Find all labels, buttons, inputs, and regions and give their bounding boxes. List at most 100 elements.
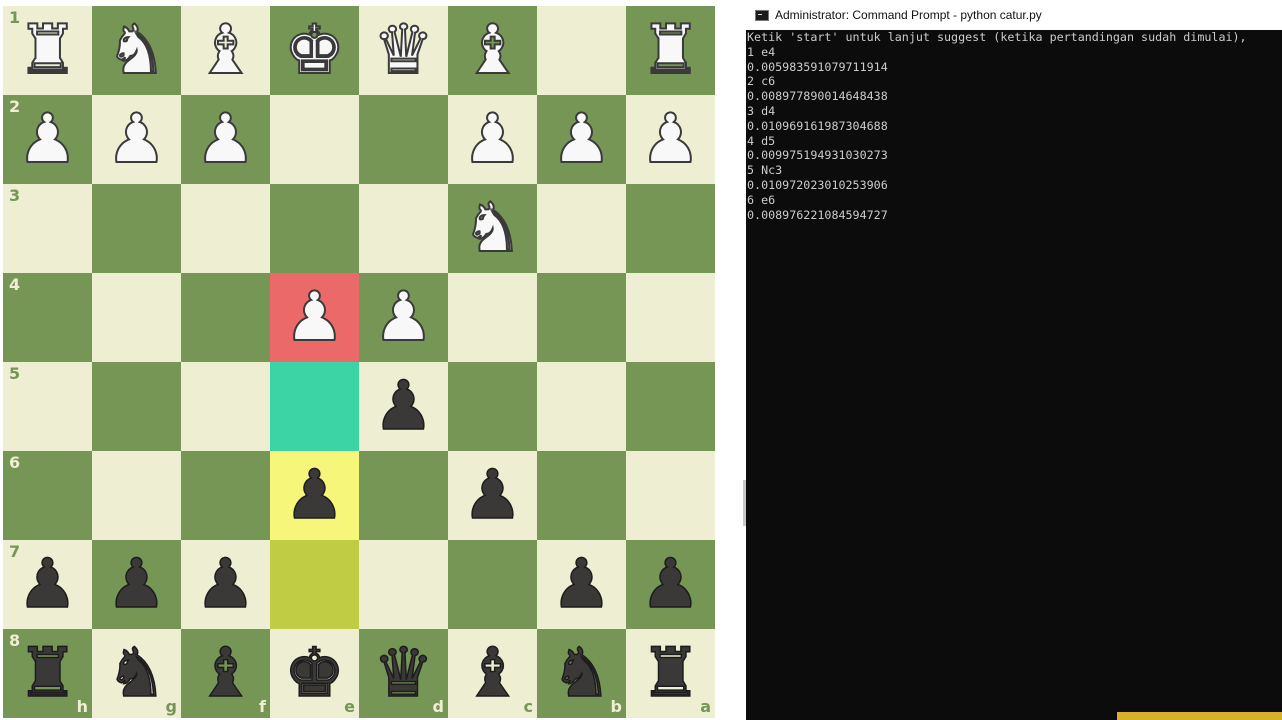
white-knight-piece[interactable]: ♞ [92,6,181,95]
square-e1[interactable]: ♚ [270,6,359,95]
square-c6[interactable]: ♟ [448,451,537,540]
square-h5[interactable]: 5 [3,362,92,451]
square-g8[interactable]: g ♞ [92,629,181,718]
square-h4[interactable]: 4 [3,273,92,362]
square-e8[interactable]: e ♚ [270,629,359,718]
square-h8[interactable]: 8 h ♜ [3,629,92,718]
square-d7[interactable] [359,540,448,629]
square-b2[interactable]: ♟ [537,95,626,184]
square-b6[interactable] [537,451,626,540]
white-pawn-piece[interactable]: ♟ [537,95,626,184]
square-e4[interactable]: ♟ [270,273,359,362]
black-knight-piece[interactable]: ♞ [537,629,626,718]
square-b8[interactable]: b ♞ [537,629,626,718]
chess-board[interactable]: 1 ♜ ♞ ♝ ♚ ♛ ♝ ♜ 2 ♟ ♟ ♟ ♟ ♟ ♟ 3 ♞ 4 ♟ ♟ 5 ♟ 6 ♟ ♟ 7 ♟ ♟ ♟ ♟ ♟ 8 h ♜ g ♞ f ♝ e ♚… [3,6,715,718]
command-prompt-window[interactable]: Administrator: Command Prompt - python c… [746,0,1282,720]
square-e2[interactable] [270,95,359,184]
black-bishop-piece[interactable]: ♝ [181,629,270,718]
square-d2[interactable] [359,95,448,184]
console-output[interactable]: Ketik 'start' untuk lanjut suggest (keti… [747,30,1281,690]
square-h3[interactable]: 3 [3,184,92,273]
square-h1[interactable]: 1 ♜ [3,6,92,95]
square-b7[interactable]: ♟ [537,540,626,629]
white-pawn-piece[interactable]: ♟ [181,95,270,184]
square-c8[interactable]: c ♝ [448,629,537,718]
square-b1[interactable] [537,6,626,95]
black-pawn-piece[interactable]: ♟ [3,540,92,629]
square-d6[interactable] [359,451,448,540]
square-f3[interactable] [181,184,270,273]
square-g6[interactable] [92,451,181,540]
square-h6[interactable]: 6 [3,451,92,540]
white-pawn-piece[interactable]: ♟ [626,95,715,184]
square-a8[interactable]: a ♜ [626,629,715,718]
square-a3[interactable] [626,184,715,273]
square-g5[interactable] [92,362,181,451]
square-f5[interactable] [181,362,270,451]
square-a6[interactable] [626,451,715,540]
square-g2[interactable]: ♟ [92,95,181,184]
white-pawn-piece[interactable]: ♟ [3,95,92,184]
black-pawn-piece[interactable]: ♟ [359,362,448,451]
white-bishop-piece[interactable]: ♝ [181,6,270,95]
square-c5[interactable] [448,362,537,451]
white-pawn-piece[interactable]: ♟ [448,95,537,184]
black-rook-piece[interactable]: ♜ [626,629,715,718]
black-queen-piece[interactable]: ♛ [359,629,448,718]
square-f1[interactable]: ♝ [181,6,270,95]
black-pawn-piece[interactable]: ♟ [181,540,270,629]
square-c1[interactable]: ♝ [448,6,537,95]
black-king-piece[interactable]: ♚ [270,629,359,718]
black-rook-piece[interactable]: ♜ [3,629,92,718]
square-c2[interactable]: ♟ [448,95,537,184]
black-pawn-piece[interactable]: ♟ [448,451,537,540]
square-a5[interactable] [626,362,715,451]
square-g1[interactable]: ♞ [92,6,181,95]
square-f7[interactable]: ♟ [181,540,270,629]
square-d1[interactable]: ♛ [359,6,448,95]
black-pawn-piece[interactable]: ♟ [92,540,181,629]
square-b4[interactable] [537,273,626,362]
black-pawn-piece[interactable]: ♟ [270,451,359,540]
black-knight-piece[interactable]: ♞ [92,629,181,718]
square-c3[interactable]: ♞ [448,184,537,273]
square-f6[interactable] [181,451,270,540]
white-queen-piece[interactable]: ♛ [359,6,448,95]
white-pawn-piece[interactable]: ♟ [359,273,448,362]
square-a4[interactable] [626,273,715,362]
square-g7[interactable]: ♟ [92,540,181,629]
white-bishop-piece[interactable]: ♝ [448,6,537,95]
square-e7[interactable] [270,540,359,629]
square-h7[interactable]: 7 ♟ [3,540,92,629]
square-f2[interactable]: ♟ [181,95,270,184]
square-b3[interactable] [537,184,626,273]
square-h2[interactable]: 2 ♟ [3,95,92,184]
square-c7[interactable] [448,540,537,629]
square-e3[interactable] [270,184,359,273]
square-d5[interactable]: ♟ [359,362,448,451]
square-g4[interactable] [92,273,181,362]
white-rook-piece[interactable]: ♜ [626,6,715,95]
square-b5[interactable] [537,362,626,451]
square-f4[interactable] [181,273,270,362]
white-pawn-piece[interactable]: ♟ [270,273,359,362]
square-a1[interactable]: ♜ [626,6,715,95]
square-d4[interactable]: ♟ [359,273,448,362]
black-pawn-piece[interactable]: ♟ [626,540,715,629]
black-bishop-piece[interactable]: ♝ [448,629,537,718]
square-c4[interactable] [448,273,537,362]
square-e5[interactable] [270,362,359,451]
black-pawn-piece[interactable]: ♟ [537,540,626,629]
square-e6[interactable]: ♟ [270,451,359,540]
cmd-titlebar[interactable]: Administrator: Command Prompt - python c… [746,0,1282,30]
white-pawn-piece[interactable]: ♟ [92,95,181,184]
square-a2[interactable]: ♟ [626,95,715,184]
white-rook-piece[interactable]: ♜ [3,6,92,95]
square-a7[interactable]: ♟ [626,540,715,629]
white-knight-piece[interactable]: ♞ [448,184,537,273]
white-king-piece[interactable]: ♚ [270,6,359,95]
square-g3[interactable] [92,184,181,273]
square-d3[interactable] [359,184,448,273]
square-d8[interactable]: d ♛ [359,629,448,718]
square-f8[interactable]: f ♝ [181,629,270,718]
